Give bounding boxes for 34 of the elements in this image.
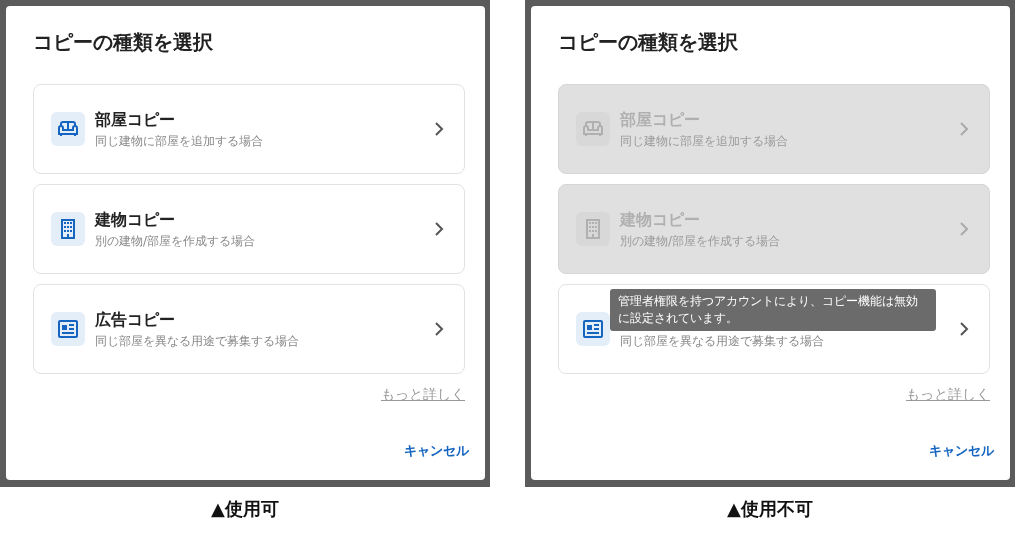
dialog-title: コピーの種類を選択 [33,30,214,54]
chevron-right-icon [959,322,969,336]
building-icon [51,212,85,246]
option-title: 部屋コピー [95,108,176,131]
building-icon [576,212,610,246]
option-description: 同じ部屋を異なる用途で募集する場合 [620,332,825,350]
sofa-icon [51,112,85,146]
cancel-button[interactable]: キャンセル [925,438,998,464]
tooltip: 管理者権限を持つアカウントにより、コピー機能は無効に設定されています。 [610,289,936,331]
more-link[interactable]: もっと詳しく [906,386,990,404]
option-title: 広告コピー [95,308,176,331]
more-link[interactable]: もっと詳しく [381,386,465,404]
chevron-right-icon [434,322,444,336]
chevron-right-icon [959,122,969,136]
cancel-button[interactable]: キャンセル [400,438,473,464]
chevron-right-icon [959,222,969,236]
option-card[interactable]: 管理者権限を持つアカウントにより、コピー機能は無効に設定されています。 同じ部屋を異なる用途で募集する場合 [558,284,990,374]
sofa-icon [576,112,610,146]
chevron-right-icon [434,122,444,136]
option-card[interactable]: 建物コピー 別の建物/部屋を作成する場合 [33,184,465,274]
chevron-right-icon [434,222,444,236]
option-description: 同じ部屋を異なる用途で募集する場合 [95,332,300,350]
option-card[interactable]: 広告コピー 同じ部屋を異なる用途で募集する場合 [33,284,465,374]
option-description: 同じ建物に部屋を追加する場合 [620,132,789,150]
option-title: 建物コピー [95,208,176,231]
caption: ▲使用不可 [726,497,814,521]
option-card[interactable]: 部屋コピー 同じ建物に部屋を追加する場合 [33,84,465,174]
newspaper-icon [51,312,85,346]
caption: ▲使用可 [210,497,280,521]
option-description: 同じ建物に部屋を追加する場合 [95,132,264,150]
dialog-title: コピーの種類を選択 [558,30,739,54]
option-description: 別の建物/部屋を作成する場合 [95,232,257,250]
newspaper-icon [576,312,610,346]
option-description: 別の建物/部屋を作成する場合 [620,232,782,250]
